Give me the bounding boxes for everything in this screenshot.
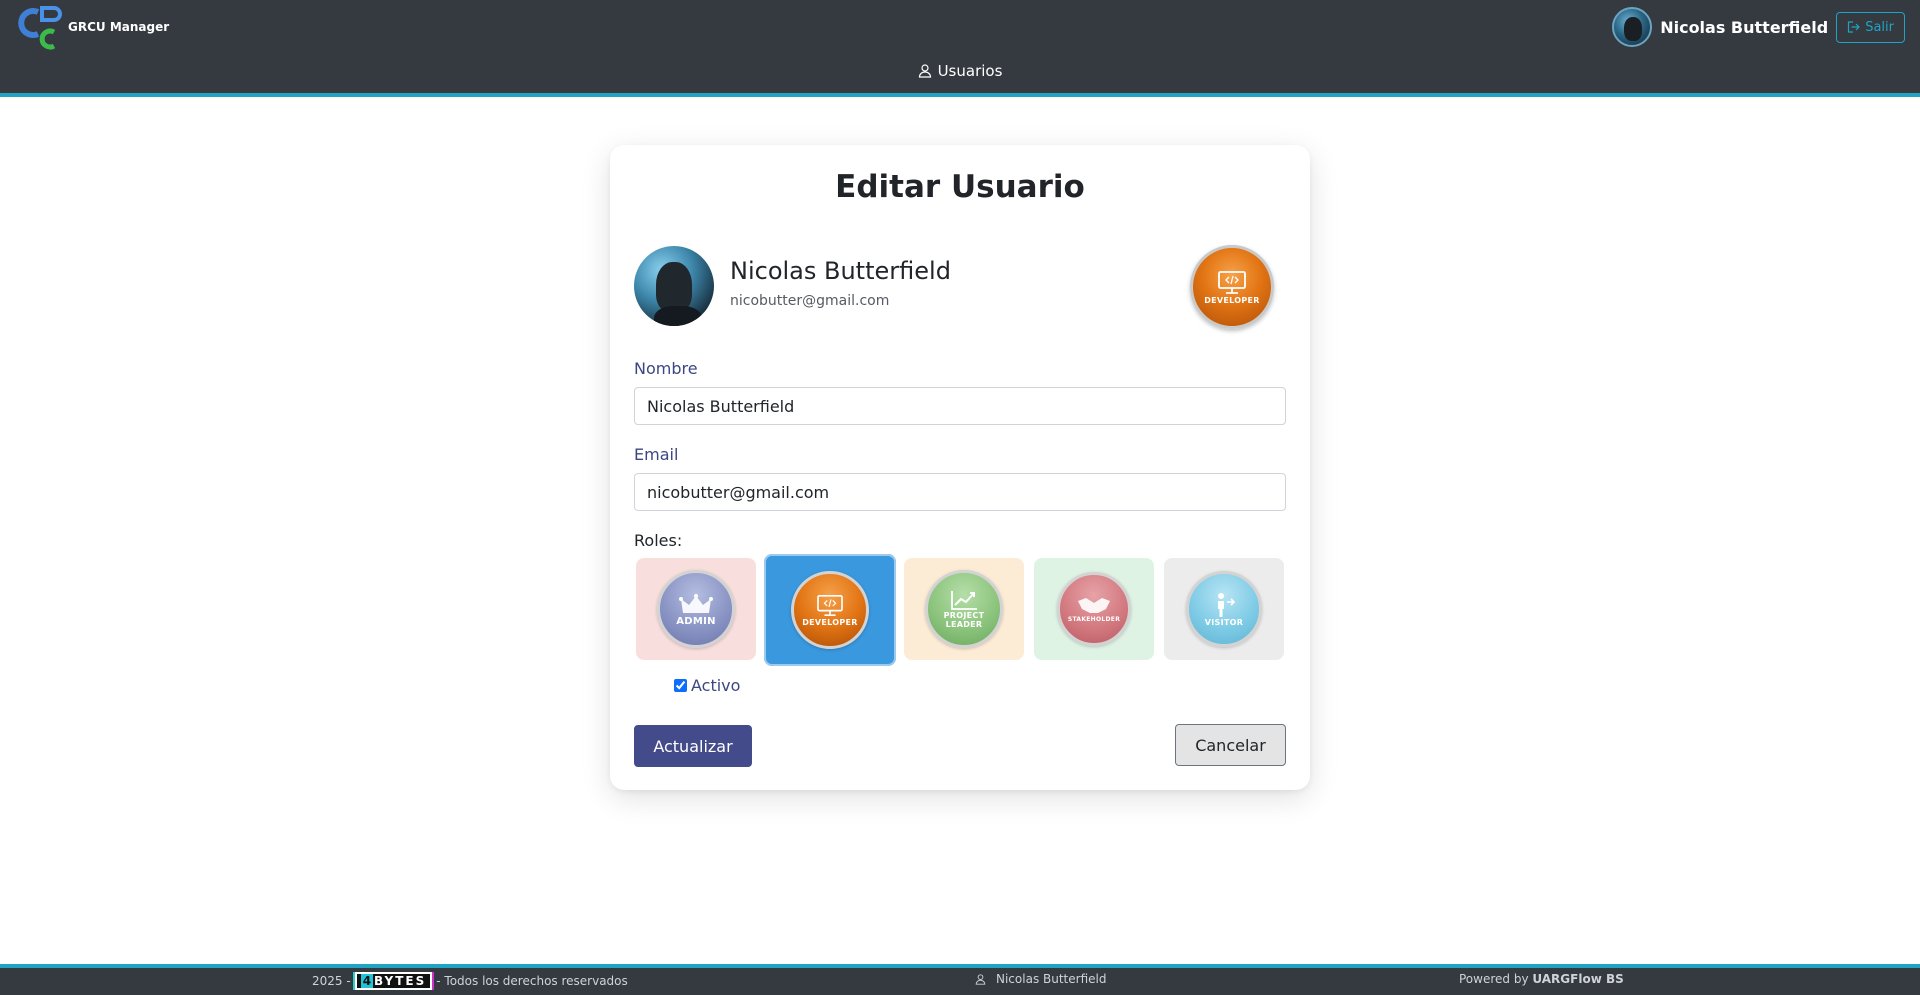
profile-email: nicobutter@gmail.com bbox=[730, 293, 890, 309]
roles-selector: ADMIN DEVELOPER PROJECT LEADER STAKEHOLD… bbox=[636, 554, 1288, 666]
person-arrow-icon bbox=[1218, 592, 1236, 617]
footer-user: Nicolas Butterfield bbox=[975, 972, 1106, 986]
chart-icon bbox=[951, 591, 977, 610]
bytes-logo-four: 4 bbox=[360, 974, 374, 988]
footer-powered: Powered by UARGFlow BS bbox=[1459, 972, 1624, 986]
nav-item-label: Usuarios bbox=[937, 62, 1003, 80]
activo-label: Activo bbox=[691, 676, 741, 695]
logout-button[interactable]: Salir bbox=[1836, 11, 1905, 43]
profile-name: Nicolas Butterfield bbox=[730, 257, 951, 285]
user-menu: Nicolas Butterfield Salir bbox=[1612, 7, 1905, 47]
role-option-project-leader[interactable]: PROJECT LEADER bbox=[904, 558, 1024, 660]
main-nav: Usuarios bbox=[0, 62, 1920, 80]
role-circle: PROJECT LEADER bbox=[925, 570, 1003, 648]
powered-name: UARGFlow BS bbox=[1532, 972, 1624, 986]
role-option-developer[interactable]: DEVELOPER bbox=[764, 554, 896, 666]
page-title: Editar Usuario bbox=[835, 169, 1085, 205]
top-navbar: GRCU Manager Usuarios Nicolas Butterfiel… bbox=[0, 0, 1920, 97]
bytes-logo[interactable]: 4 BYTES bbox=[354, 972, 433, 990]
footer: 2025 - 4 BYTES - Todos los derechos rese… bbox=[0, 964, 1920, 995]
role-circle: STAKEHOLDER bbox=[1057, 572, 1131, 646]
nav-item-usuarios[interactable]: Usuarios bbox=[918, 62, 1003, 80]
footer-year: 2025 - bbox=[312, 974, 351, 988]
role-circle: VISITOR bbox=[1186, 571, 1262, 647]
role-label: STAKEHOLDER bbox=[1067, 615, 1121, 623]
footer-rights: - Todos los derechos reservados bbox=[436, 974, 628, 988]
role-option-visitor[interactable]: VISITOR bbox=[1164, 558, 1284, 660]
logout-icon bbox=[1848, 21, 1861, 33]
brand[interactable]: GRCU Manager bbox=[16, 4, 169, 50]
nombre-label: Nombre bbox=[634, 359, 698, 378]
activo-checkbox[interactable] bbox=[674, 679, 687, 692]
monitor-code-icon bbox=[1218, 270, 1246, 294]
handshake-icon bbox=[1078, 597, 1110, 613]
app-logo-icon bbox=[18, 6, 62, 50]
role-label: PROJECT LEADER bbox=[943, 611, 985, 629]
update-button[interactable]: Actualizar bbox=[634, 725, 752, 767]
logout-label: Salir bbox=[1865, 19, 1894, 35]
role-option-stakeholder[interactable]: STAKEHOLDER bbox=[1034, 558, 1154, 660]
roles-label: Roles: bbox=[634, 531, 683, 550]
activo-toggle: Activo bbox=[674, 676, 740, 695]
role-label: DEVELOPER bbox=[802, 617, 858, 627]
email-input[interactable] bbox=[634, 473, 1286, 511]
powered-prefix: Powered by bbox=[1459, 972, 1529, 986]
footer-user-name: Nicolas Butterfield bbox=[996, 972, 1107, 986]
nombre-input[interactable] bbox=[634, 387, 1286, 425]
cancel-button[interactable]: Cancelar bbox=[1175, 724, 1286, 766]
role-option-admin[interactable]: ADMIN bbox=[636, 558, 756, 660]
current-role-badge: DEVELOPER bbox=[1190, 245, 1274, 329]
edit-user-card: Editar Usuario Nicolas Butterfield nicob… bbox=[610, 145, 1310, 790]
profile-avatar bbox=[634, 246, 714, 326]
user-icon bbox=[975, 973, 986, 985]
app-name: GRCU Manager bbox=[68, 20, 170, 34]
footer-copyright: 2025 - 4 BYTES - Todos los derechos rese… bbox=[312, 972, 628, 990]
avatar[interactable] bbox=[1612, 7, 1653, 47]
monitor-code-icon bbox=[817, 594, 843, 616]
navbar-user-name: Nicolas Butterfield bbox=[1660, 17, 1829, 37]
role-label: VISITOR bbox=[1204, 617, 1244, 627]
user-icon bbox=[918, 64, 931, 78]
current-role-label: DEVELOPER bbox=[1204, 295, 1260, 305]
role-label: ADMIN bbox=[676, 615, 716, 627]
crown-icon bbox=[679, 593, 713, 613]
role-circle: DEVELOPER bbox=[791, 571, 869, 649]
email-label: Email bbox=[634, 445, 679, 464]
role-circle: ADMIN bbox=[657, 570, 735, 648]
bytes-logo-word: BYTES bbox=[374, 974, 427, 988]
